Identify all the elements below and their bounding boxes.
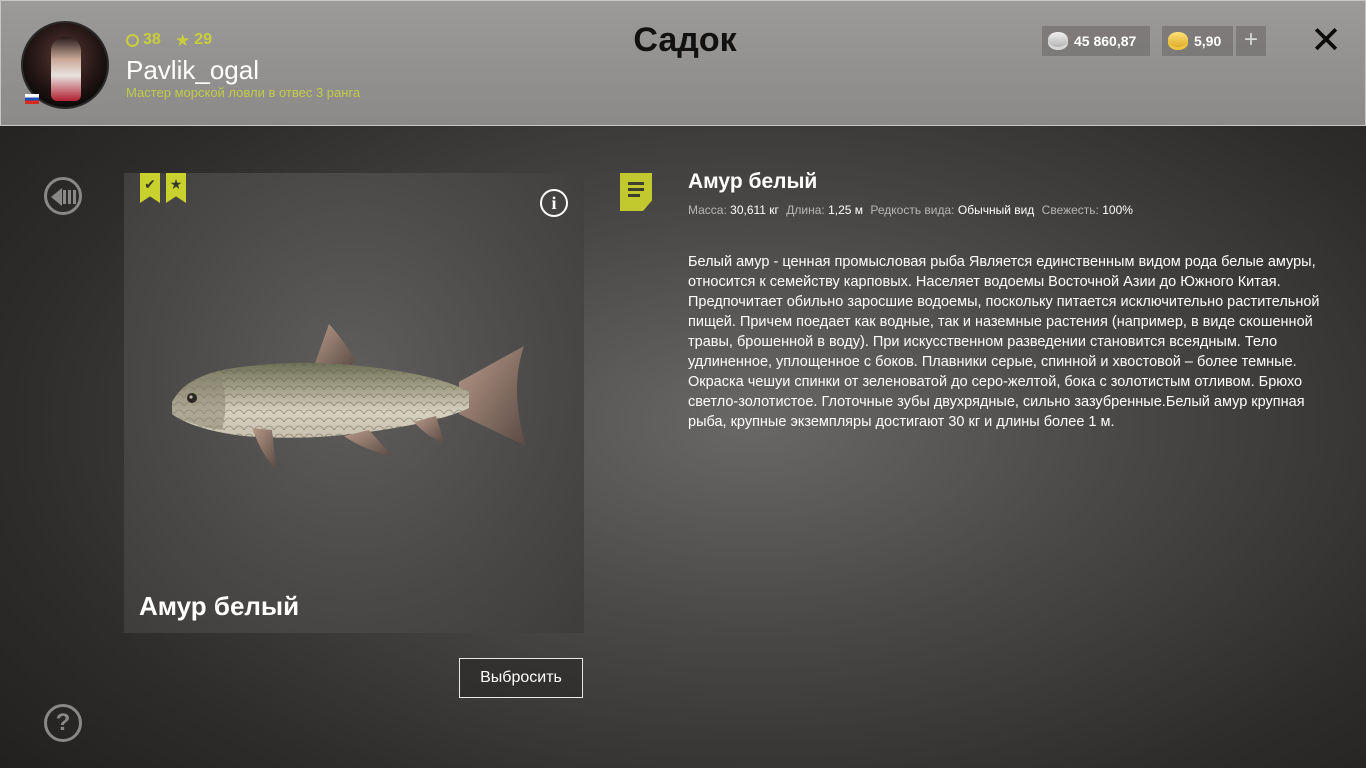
fish-card-name: Амур белый — [139, 591, 300, 621]
gold-coin-icon — [1168, 32, 1188, 50]
back-button[interactable] — [44, 177, 82, 215]
avatar-portrait — [51, 37, 81, 101]
back-icon — [51, 188, 76, 206]
help-icon: ? — [55, 709, 71, 736]
length-value: 1,25 м — [828, 203, 864, 217]
page-title: Садок — [633, 21, 737, 59]
silver-balance[interactable]: 45 860,87 — [1042, 26, 1150, 56]
player-level-value: 38 — [143, 31, 161, 48]
flag-ru-icon — [25, 94, 39, 104]
player-stars-value: 29 — [194, 31, 213, 48]
gold-balance-value: 5,90 — [1194, 33, 1222, 49]
fish-title: Амур белый — [688, 170, 818, 193]
freshness-value: 100% — [1102, 203, 1133, 217]
star-icon: ★ — [175, 30, 191, 50]
bookmark-check-glyph: ✔ — [144, 176, 156, 192]
checkmark-bookmark-icon: ✔ — [140, 173, 160, 203]
note-icon — [620, 173, 652, 211]
info-button[interactable]: i — [540, 189, 568, 217]
help-button[interactable]: ? — [44, 704, 82, 742]
top-bar: 38 ★ 29 Pavlik_ogal Мастер морской ловли… — [0, 0, 1366, 126]
length-label: Длина: — [786, 203, 825, 217]
player-rank-title: Мастер морской ловли в отвес 3 ранга — [126, 85, 361, 100]
freshness-label: Свежесть: — [1041, 203, 1099, 217]
star-bookmark-icon: ★ — [166, 173, 186, 203]
fish-description: Белый амур - ценная промысловая рыба Явл… — [688, 254, 1320, 430]
discard-button[interactable]: Выбросить — [459, 658, 583, 698]
silver-coin-icon — [1048, 32, 1068, 50]
fish-card: ✔ ★ i Амур белый — [124, 173, 584, 633]
gold-balance[interactable]: 5,90 — [1162, 26, 1233, 56]
player-stars: ★ 29 — [175, 31, 212, 49]
player-username: Pavlik_ogal — [126, 55, 259, 85]
level-ring-icon — [126, 33, 139, 47]
add-currency-button[interactable]: + — [1236, 26, 1266, 56]
rarity-value: Обычный вид — [957, 203, 1035, 217]
info-icon: i — [551, 193, 557, 213]
note-line — [628, 182, 644, 185]
rarity-label: Редкость вида: — [870, 203, 955, 217]
fish-stats: Масса: 30,611 кг Длина: 1,25 м Редкость … — [688, 203, 1137, 217]
note-line — [628, 194, 640, 197]
fish-image — [172, 324, 526, 468]
close-icon: ✕ — [1310, 20, 1342, 62]
note-line — [628, 188, 644, 191]
mass-label: Масса: — [688, 203, 727, 217]
player-level: 38 — [126, 31, 161, 49]
bookmark-star-glyph: ★ — [169, 176, 183, 192]
silver-balance-value: 45 860,87 — [1074, 33, 1137, 49]
mass-value: 30,611 кг — [730, 203, 779, 217]
close-button[interactable]: ✕ — [1309, 20, 1343, 62]
plus-icon: + — [1243, 26, 1258, 53]
